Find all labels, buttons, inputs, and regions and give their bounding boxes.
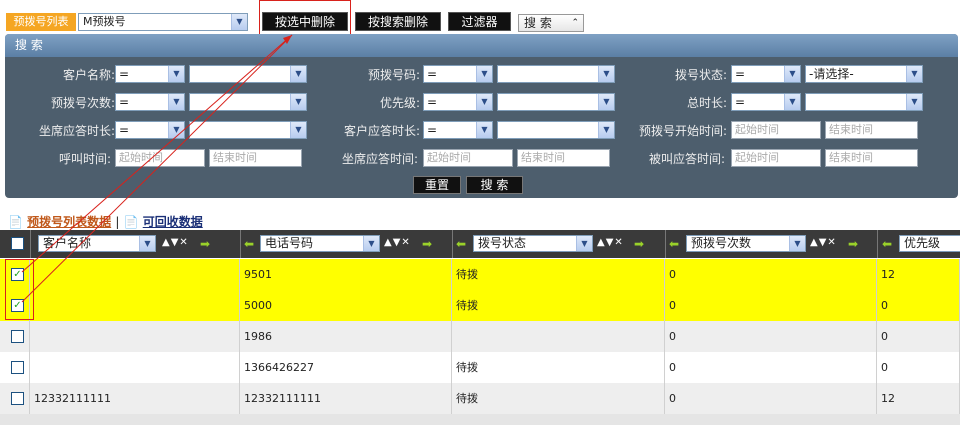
pager [0,414,960,425]
annotation-arrows [21,34,293,303]
